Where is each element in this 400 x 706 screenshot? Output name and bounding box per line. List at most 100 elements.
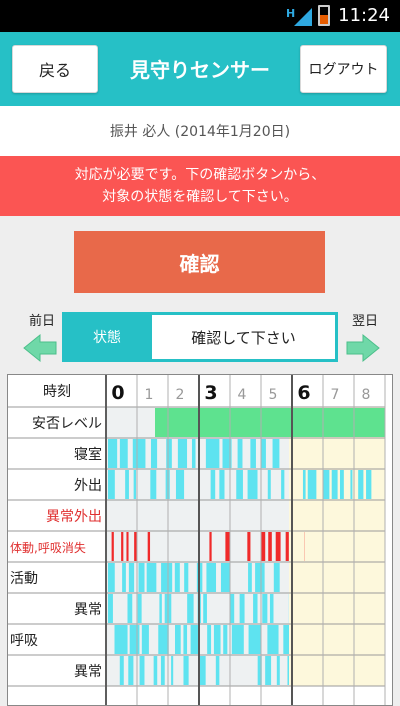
breathing-alert-mark [183,656,189,685]
clock: 11:24 [338,5,390,26]
network-type: H [286,7,295,20]
row-label: 活動 [10,571,38,587]
prev-day-button[interactable]: 前日 [22,310,62,363]
hour-label: 6 [297,382,310,404]
activity-mark [220,563,230,592]
future-bg [289,500,385,531]
hour-label: 1 [145,387,154,403]
breathing-mark [283,625,289,654]
future-bg [289,531,385,562]
activity-mark [255,563,265,592]
breathing-mark [248,625,262,654]
breathing-alert-mark [119,656,124,685]
breathing-alert-mark [171,656,174,685]
battery-icon [318,5,330,26]
app-header: 戻る 見守りセンサー ログアウト [0,32,400,106]
breathing-mark [158,625,169,654]
alert-mark [147,532,151,561]
alert-mark [268,532,272,561]
past-bg [106,593,289,624]
timeline-grid: 時刻 0 1 2 3 4 5 6 7 8 安否レベル 寝室 外出 異常外出 体動,呼吸消失 活動 異常 呼吸 異常 [7,374,393,706]
bedroom-mark [250,439,256,468]
hour-label: 8 [362,387,371,403]
outing-mark [323,470,330,499]
future-bg [289,655,385,686]
breathing-mark [129,625,140,654]
activity-mark [206,563,217,592]
breathing-mark [213,625,221,654]
breathing-alert-mark [153,656,158,685]
breathing-mark [141,625,149,654]
bedroom-mark [191,439,196,468]
alert-mark [126,532,129,561]
alert-banner: 対応が必要です。下の確認ボタンから、 対象の状態を確認して下さい。 [0,156,400,216]
bedroom-mark [237,439,243,468]
alert-mark [111,532,114,561]
logout-button[interactable]: ログアウト [300,45,387,93]
future-bg [289,562,385,593]
outing-mark [331,470,338,499]
alert-mark [121,532,124,561]
activity-alert-mark [239,594,245,623]
arrow-right-icon [346,333,380,363]
activity-mark [174,563,180,592]
user-name-date: 振井 必人 (2014年1月20日) [109,124,291,140]
activity-alert-mark [203,594,207,623]
bedroom-mark [166,439,172,468]
breathing-mark [231,625,244,654]
hour-label: 5 [269,387,278,403]
outing-mark [150,470,157,499]
outing-mark [366,470,372,499]
outing-mark [125,470,129,499]
activity-mark [273,563,280,592]
activity-mark [161,563,173,592]
arrow-left-icon [23,333,57,363]
activity-alert-mark [159,594,162,623]
row-label: 寝室 [74,446,102,463]
activity-mark [128,563,135,592]
outing-mark [133,470,137,499]
activity-mark [108,563,115,592]
bedroom-mark [150,439,158,468]
breathing-alert-mark [287,656,289,685]
prev-day-label: 前日 [28,314,55,329]
bedroom-mark [205,439,220,468]
activity-alert-mark [187,594,194,623]
hour-label: 2 [176,387,185,403]
activity-alert-mark [108,594,113,623]
outing-mark [219,470,225,499]
next-day-button[interactable]: 翌日 [345,310,385,363]
user-info: 振井 必人 (2014年1月20日) [0,106,400,156]
breathing-mark [267,625,279,654]
outing-mark [236,470,243,499]
breathing-alert-mark [215,656,220,685]
breathing-alert-mark [265,656,272,685]
breathing-alert-mark [139,656,145,685]
hour-label: 0 [111,382,124,404]
outing-mark [302,470,306,499]
row-label: 異常外出 [46,509,102,525]
row-label: 異常 [74,664,102,680]
breathing-mark [114,625,128,654]
alert-mark [247,532,251,561]
breathing-mark [207,625,212,654]
outing-mark [247,470,258,499]
future-bg [289,593,385,624]
status-panel: 状態 確認して下さい [62,312,338,362]
next-day-label: 翌日 [351,314,378,329]
status-value: 確認して下さい [152,315,335,359]
alert-line-2: 対象の状態を確認して下さい。 [102,189,298,205]
outing-mark [307,470,317,499]
future-bg [289,624,385,655]
confirm-button[interactable]: 確認 [74,231,325,293]
outing-mark [358,470,364,499]
outing-mark [108,470,115,499]
back-button[interactable]: 戻る [12,45,98,93]
activity-mark [146,563,157,592]
row-label: 異常 [74,602,102,618]
timeline-chart: 時刻 0 1 2 3 4 5 6 7 8安否レベル寝室外出異常外出体動,呼吸消失活動異常呼吸異常 [8,375,386,705]
breathing-mark [183,625,188,654]
page-title: 見守りセンサー [130,58,270,82]
breathing-alert-mark [276,656,280,685]
outing-mark [210,470,216,499]
